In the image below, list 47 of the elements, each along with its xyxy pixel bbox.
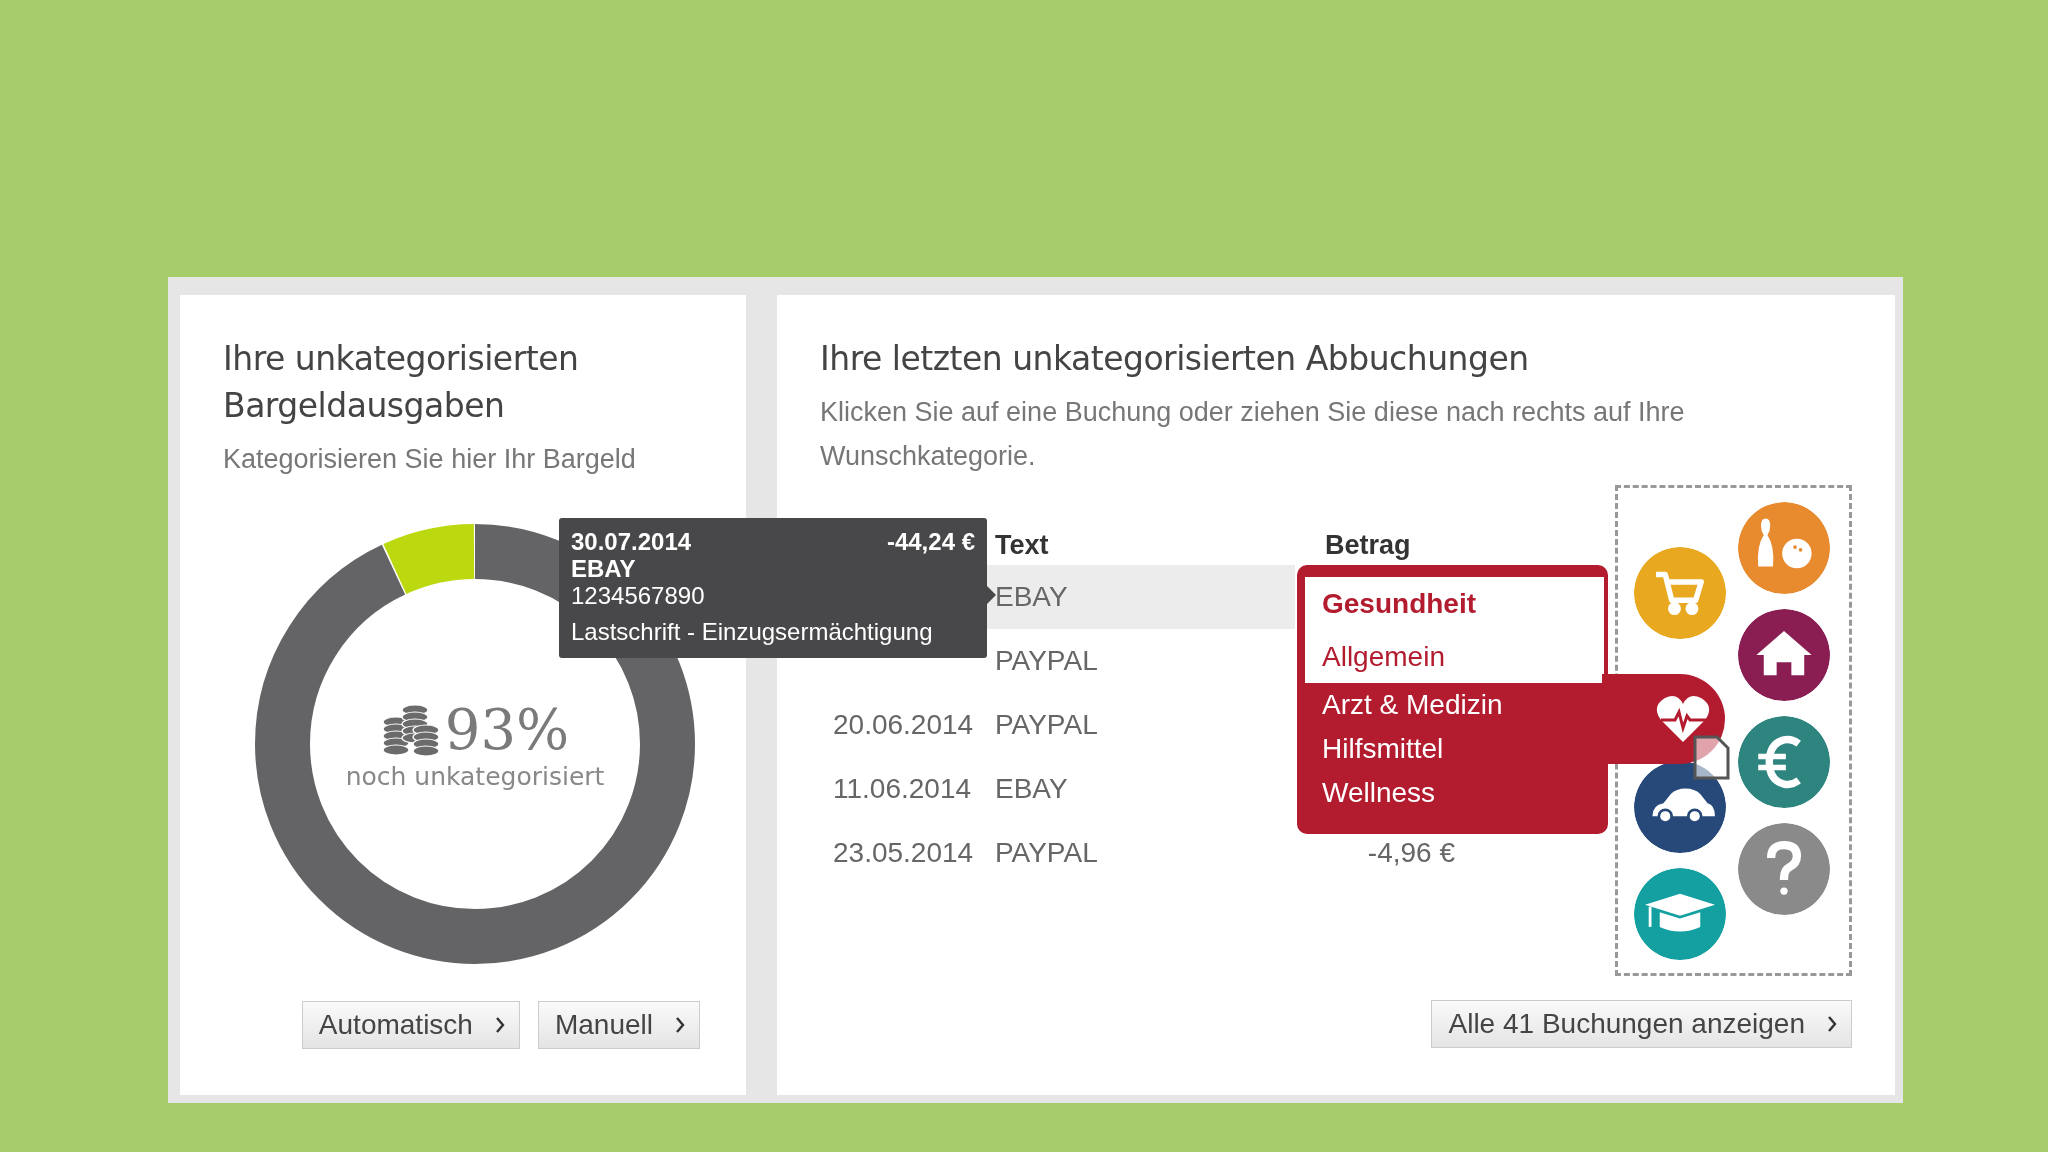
text-cell: PAYPAL: [995, 837, 1098, 868]
percent-value: 93%: [444, 697, 570, 762]
bowling-icon: [1757, 518, 1812, 569]
cart-icon: [1656, 571, 1704, 616]
chevron-icon: [494, 1016, 505, 1034]
tooltip-date: 30.07.2014: [571, 528, 692, 556]
euro-icon: [1755, 735, 1801, 789]
text-cell: EBAY: [995, 581, 1068, 612]
text-cell: EBAY: [995, 773, 1068, 804]
booking-row[interactable]: 11.06.2014 EBAY: [820, 757, 1295, 821]
heart-icon: [1655, 694, 1711, 744]
car-icon: [1652, 788, 1715, 824]
chevron-icon: [675, 1016, 685, 1034]
menu-item[interactable]: Arzt & Medizin: [1305, 683, 1604, 727]
text-cell: PAYPAL: [995, 709, 1098, 740]
tooltip-amount: -44,24 €: [886, 528, 975, 556]
action-button[interactable]: Automatisch: [301, 1001, 520, 1049]
card-subtitle: Klicken Sie auf eine Buchung oder ziehen Sie diese nach rechts auf Ihre Wunschkategorie.: [820, 396, 1686, 473]
menu-item[interactable]: Hilfsmittel: [1305, 727, 1604, 771]
health-tab[interactable]: [1602, 674, 1725, 764]
column-header[interactable]: Betrag: [1325, 529, 1411, 560]
show-all-button[interactable]: Alle 41 Buchungen anzeigen: [1431, 1000, 1852, 1048]
card-subtitle: Kategorisieren Sie hier Ihr Bargeld: [223, 443, 637, 476]
donut-caption: noch unkategorisiert: [345, 762, 605, 791]
menu-title: Gesundheit: [1322, 587, 1477, 621]
menu-item[interactable]: Allgemein: [1322, 635, 1604, 679]
graduation-cap-icon: [1645, 893, 1715, 932]
category-button[interactable]: [1738, 609, 1830, 701]
date-cell: 23.05.2014: [833, 837, 974, 868]
card-title: Ihre unkategorisierten Bargeldausgaben: [223, 338, 580, 427]
column-header[interactable]: Text: [995, 529, 1049, 560]
tooltip-reference: 1234567890: [571, 582, 706, 610]
category-button[interactable]: [1634, 761, 1726, 853]
date-cell: 11.06.2014: [833, 773, 972, 804]
chevron-icon: [1827, 1015, 1837, 1033]
tooltip-payee: EBAY: [571, 556, 637, 582]
document-icon: [1693, 735, 1730, 780]
date-cell: 20.06.2014: [833, 709, 974, 740]
booking-row[interactable]: 23.05.2014 PAYPAL: [820, 821, 1295, 885]
menu-item[interactable]: Wellness: [1305, 771, 1604, 815]
question-icon: [1767, 840, 1802, 895]
card-title: Ihre letzten unkategorisierten Abbuchungen: [820, 338, 1530, 380]
category-button[interactable]: [1738, 716, 1830, 808]
action-button[interactable]: Manuell: [537, 1001, 700, 1049]
house-icon: [1756, 631, 1812, 676]
amount-cell: -4,96 €: [1367, 837, 1455, 868]
booking-row[interactable]: 20.06.2014 PAYPAL: [820, 693, 1295, 757]
